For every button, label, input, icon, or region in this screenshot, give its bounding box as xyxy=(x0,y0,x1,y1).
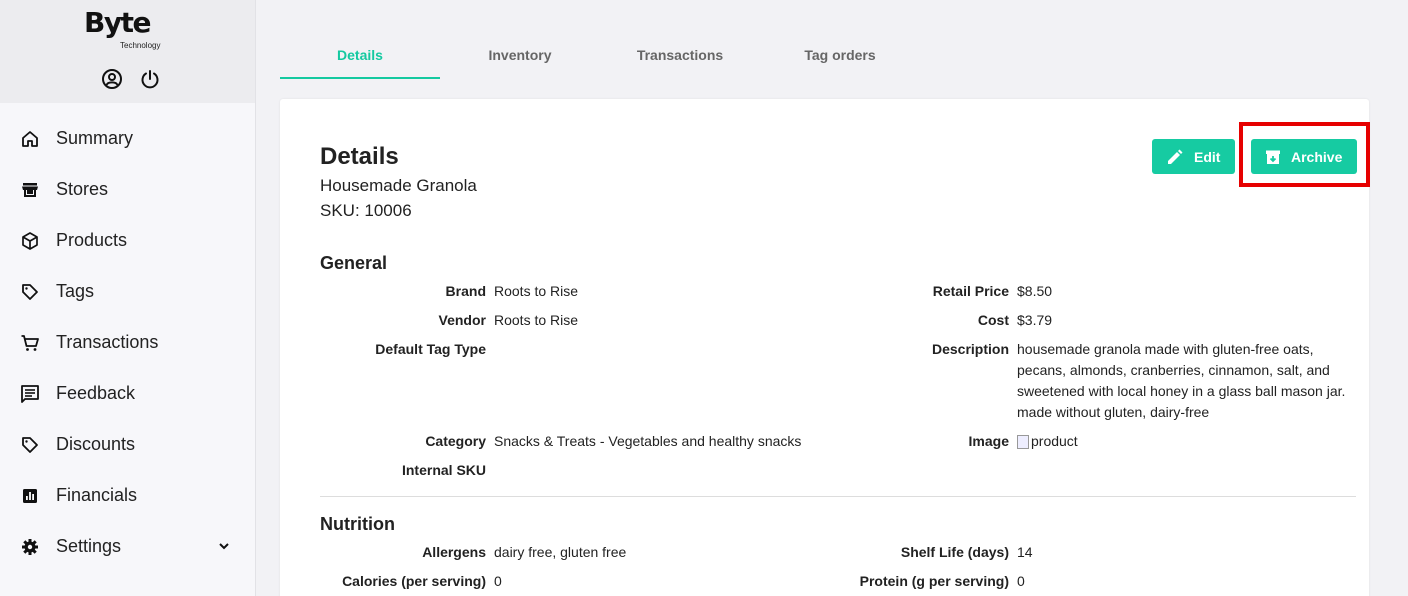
discount-tag-icon xyxy=(20,435,40,455)
sidebar-item-stores[interactable]: Stores xyxy=(0,164,256,215)
sidebar-item-discounts[interactable]: Discounts xyxy=(0,419,256,470)
box-icon xyxy=(20,231,40,251)
brand-header: Byte Technology xyxy=(0,0,255,103)
feedback-icon xyxy=(20,384,40,404)
section-title-general: General xyxy=(320,253,388,273)
sidebar-item-tags[interactable]: Tags xyxy=(0,266,256,317)
vendor-label: Vendor xyxy=(438,312,486,328)
archive-icon xyxy=(1266,150,1280,164)
store-icon xyxy=(20,180,40,200)
pencil-icon xyxy=(1168,149,1183,164)
category-value: Snacks & Treats - Vegetables and healthy… xyxy=(494,433,802,449)
brand-label: Brand xyxy=(445,283,486,299)
sidebar-item-products[interactable]: Products xyxy=(0,215,256,266)
protein-value: 0 xyxy=(1017,573,1025,589)
sidebar-item-label: Financials xyxy=(56,485,138,505)
section-divider xyxy=(320,496,1356,497)
account-circle-icon[interactable] xyxy=(101,68,123,90)
logo[interactable]: Byte Technology xyxy=(84,6,160,51)
home-icon xyxy=(20,129,40,149)
product-name: Housemade Granola xyxy=(320,176,477,195)
shelf-life-value: 14 xyxy=(1017,544,1033,560)
sidebar-item-transactions[interactable]: Transactions xyxy=(0,317,256,368)
sidebar-item-label: Stores xyxy=(56,179,109,199)
sidebar-item-label: Products xyxy=(56,230,128,250)
brand-value: Roots to Rise xyxy=(494,283,579,299)
tab-details[interactable]: Details xyxy=(280,30,440,79)
internal-sku-label: Internal SKU xyxy=(401,462,486,478)
calories-label: Calories (per serving) xyxy=(342,573,486,589)
sidebar-item-label: Feedback xyxy=(56,383,136,403)
tab-transactions[interactable]: Transactions xyxy=(600,30,760,79)
edit-button-label: Edit xyxy=(1194,148,1221,165)
sidebar-item-label: Discounts xyxy=(56,434,136,454)
sidebar-item-summary[interactable]: Summary xyxy=(0,113,256,164)
product-image: product xyxy=(1017,431,1352,452)
sidebar-item-settings[interactable]: Settings xyxy=(0,521,256,572)
image-label: Image xyxy=(968,433,1009,449)
chevron-down-icon[interactable] xyxy=(216,538,232,554)
gear-icon xyxy=(20,537,40,557)
details-card: Details Housemade Granola SKU: 10006 Edi… xyxy=(280,99,1370,596)
retail-price-label: Retail Price xyxy=(932,283,1009,299)
archive-button[interactable]: Archive xyxy=(1251,139,1357,174)
description-label: Description xyxy=(931,341,1009,357)
description-value: housemade granola made with gluten-free … xyxy=(1017,341,1346,420)
cart-icon xyxy=(20,333,40,353)
page-title: Details xyxy=(320,143,399,170)
category-label: Category xyxy=(425,433,486,449)
sidebar-item-feedback[interactable]: Feedback xyxy=(0,368,256,419)
allergens-value: dairy free, gluten free xyxy=(494,544,627,560)
logo-text: Byte xyxy=(84,6,151,39)
broken-image-icon xyxy=(1017,434,1029,449)
protein-label: Protein (g per serving) xyxy=(859,573,1009,589)
tab-inventory[interactable]: Inventory xyxy=(440,30,600,79)
tab-bar: Details Inventory Transactions Tag order… xyxy=(280,30,920,79)
edit-button[interactable]: Edit xyxy=(1152,139,1235,174)
allergens-label: Allergens xyxy=(422,544,486,560)
product-image-alt: product xyxy=(1031,433,1078,449)
sidebar-item-label: Transactions xyxy=(56,332,159,352)
calories-value: 0 xyxy=(494,573,502,589)
logo-subtitle: Technology xyxy=(120,41,161,50)
tab-tag-orders[interactable]: Tag orders xyxy=(760,30,920,79)
tag-icon xyxy=(20,282,40,302)
sidebar-item-label: Summary xyxy=(56,128,134,148)
cost-value: $3.79 xyxy=(1017,312,1053,328)
sidebar: Byte Technology Summary Stores Products xyxy=(0,0,256,596)
retail-price-value: $8.50 xyxy=(1017,283,1053,299)
vendor-value: Roots to Rise xyxy=(494,312,579,328)
section-title-nutrition: Nutrition xyxy=(320,514,395,534)
chart-icon xyxy=(20,486,40,506)
power-icon[interactable] xyxy=(139,68,161,90)
sidebar-item-label: Tags xyxy=(56,281,95,301)
cost-label: Cost xyxy=(977,312,1009,328)
product-sku: SKU: 10006 xyxy=(320,201,412,220)
archive-button-label: Archive xyxy=(1291,148,1343,165)
sidebar-item-financials[interactable]: Financials xyxy=(0,470,256,521)
sidebar-item-label: Settings xyxy=(56,536,122,556)
default-tag-type-label: Default Tag Type xyxy=(375,341,486,357)
shelf-life-label: Shelf Life (days) xyxy=(900,544,1009,560)
sidebar-nav: Summary Stores Products Tags Transaction… xyxy=(0,113,256,572)
